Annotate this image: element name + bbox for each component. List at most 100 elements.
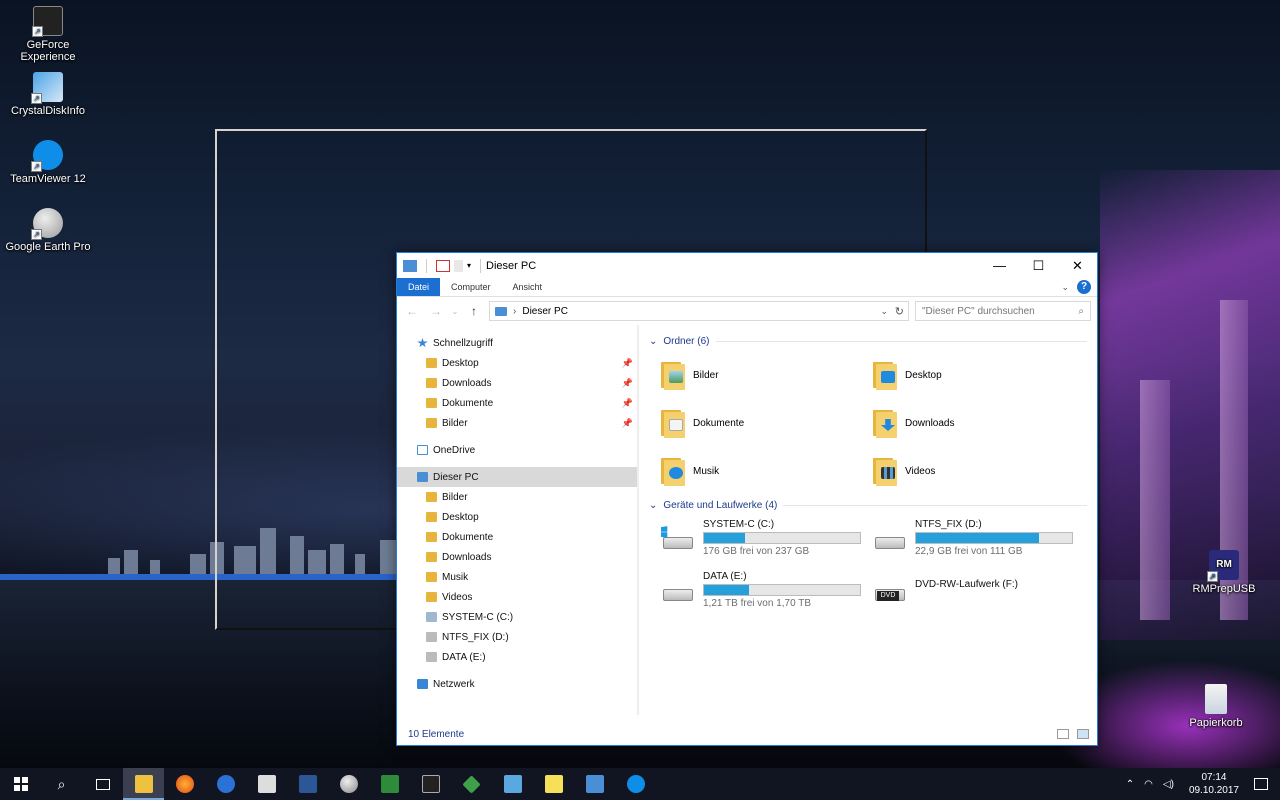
taskbar-firefox[interactable] <box>164 768 205 800</box>
properties-icon[interactable] <box>436 259 450 272</box>
pictures-folder-icon <box>426 492 437 502</box>
nav-item-quick-access[interactable]: Schnellzugriff <box>397 333 637 353</box>
folder-musik[interactable]: Musik <box>661 451 873 491</box>
pin-icon[interactable]: 📌 <box>622 378 633 389</box>
desktop-icon-rmprepusb[interactable]: RM ↗ RMPrepUSB <box>1176 550 1272 595</box>
tab-datei[interactable]: Datei <box>397 278 441 296</box>
nav-item-downloads[interactable]: Downloads 📌 <box>397 373 637 393</box>
search-input[interactable]: "Dieser PC" durchsuchen ⌕ <box>915 301 1091 321</box>
breadcrumb-chevron-icon[interactable]: › <box>513 306 516 317</box>
close-button[interactable]: ✕ <box>1058 253 1097 278</box>
taskbar-word[interactable] <box>287 768 328 800</box>
minimize-button[interactable]: — <box>980 253 1019 278</box>
details-view-icon[interactable] <box>1057 729 1069 739</box>
nav-item-drive-e[interactable]: DATA (E:) <box>397 647 637 667</box>
content-pane: ⌄ Ordner (6) Bilder Desktop Dokumente Dow… <box>639 325 1097 715</box>
address-field[interactable]: › Dieser PC ⌄ ↻ <box>489 301 909 321</box>
back-arrow-icon[interactable]: ← <box>403 304 421 318</box>
taskbar-calculator[interactable] <box>246 768 287 800</box>
taskbar-cmd[interactable] <box>410 768 451 800</box>
new-folder-icon[interactable] <box>454 259 463 272</box>
nav-item-this-pc[interactable]: Dieser PC <box>397 467 637 487</box>
help-icon[interactable]: ? <box>1077 280 1091 294</box>
breadcrumb[interactable]: Dieser PC <box>522 306 568 317</box>
desktop-icon-google-earth[interactable]: ↗ Google Earth Pro <box>0 208 96 253</box>
wifi-icon[interactable]: ◠ <box>1144 779 1153 790</box>
start-button[interactable] <box>0 768 41 800</box>
folder-dokumente[interactable]: Dokumente <box>661 403 873 443</box>
nav-item-network[interactable]: Netzwerk <box>397 674 637 694</box>
volume-icon[interactable]: ◁) <box>1163 779 1174 790</box>
forward-arrow-icon[interactable]: → <box>427 304 445 318</box>
nav-item-dokumente[interactable]: Dokumente 📌 <box>397 393 637 413</box>
search-placeholder: "Dieser PC" durchsuchen <box>922 305 1035 317</box>
nav-label: Dokumente <box>442 531 494 543</box>
taskbar-teamviewer[interactable] <box>615 768 656 800</box>
refresh-icon[interactable]: ↻ <box>895 305 904 318</box>
recent-locations-icon[interactable]: ⌄ <box>451 307 459 316</box>
status-bar: 10 Elemente <box>397 723 1097 745</box>
music-folder-icon <box>661 456 685 486</box>
desktop-folder-icon <box>873 360 897 390</box>
large-icons-view-icon[interactable] <box>1077 729 1089 739</box>
nav-label: SYSTEM-C (C:) <box>442 611 514 623</box>
pin-icon[interactable]: 📌 <box>622 398 633 409</box>
folder-desktop[interactable]: Desktop <box>873 355 1085 395</box>
group-header-folders[interactable]: ⌄ Ordner (6) <box>649 333 1087 349</box>
drive-name: DVD-RW-Laufwerk (F:) <box>915 579 1018 590</box>
drive-f[interactable]: DVD DVD-RW-Laufwerk (F:) <box>873 571 1085 617</box>
calculator-icon <box>257 775 276 793</box>
title-bar[interactable]: ▾ Dieser PC — ☐ ✕ <box>397 253 1097 278</box>
drive-name: DATA (E:) <box>703 571 747 582</box>
nav-item-pc-musik[interactable]: Musik <box>397 567 637 587</box>
up-arrow-icon[interactable]: ↑ <box>465 304 483 318</box>
folder-downloads[interactable]: Downloads <box>873 403 1085 443</box>
group-header-drives[interactable]: ⌄ Geräte und Laufwerke (4) <box>649 497 1087 513</box>
network-monitor-icon <box>585 775 604 793</box>
expand-ribbon-icon[interactable]: ⌄ <box>1061 282 1069 293</box>
task-view-button[interactable] <box>82 768 123 800</box>
search-button[interactable]: ⌕ <box>41 768 82 800</box>
tab-ansicht[interactable]: Ansicht <box>502 278 554 296</box>
drive-e[interactable]: DATA (E:) 1,21 TB frei von 1,70 TB <box>661 571 873 617</box>
folder-label: Desktop <box>905 369 942 381</box>
vim-icon <box>380 775 399 793</box>
nav-item-pc-dokumente[interactable]: Dokumente <box>397 527 637 547</box>
clock[interactable]: 07:14 09.10.2017 <box>1189 771 1239 797</box>
nav-item-drive-c[interactable]: SYSTEM-C (C:) <box>397 607 637 627</box>
desktop-icon-geforce[interactable]: ↗ GeForce Experience <box>0 6 96 63</box>
desktop-icon-crystaldiskinfo[interactable]: ↗ CrystalDiskInfo <box>0 72 96 117</box>
customize-quick-access-icon[interactable]: ▾ <box>467 261 471 270</box>
taskbar-explorer[interactable] <box>123 768 164 800</box>
address-dropdown-icon[interactable]: ⌄ <box>880 306 888 317</box>
chevron-up-icon[interactable]: ⌃ <box>1126 779 1134 790</box>
nav-item-pc-videos[interactable]: Videos <box>397 587 637 607</box>
action-center-icon[interactable] <box>1254 778 1268 790</box>
taskbar-rdp[interactable] <box>492 768 533 800</box>
pin-icon[interactable]: 📌 <box>622 358 633 369</box>
pin-icon[interactable]: 📌 <box>622 418 633 429</box>
desktop-icon-label: CrystalDiskInfo <box>11 105 85 117</box>
nav-item-bilder[interactable]: Bilder 📌 <box>397 413 637 433</box>
desktop-icon-teamviewer[interactable]: ↗ TeamViewer 12 <box>0 140 96 185</box>
folder-videos[interactable]: Videos <box>873 451 1085 491</box>
taskbar-app-globe[interactable] <box>205 768 246 800</box>
taskbar-vim[interactable] <box>369 768 410 800</box>
maximize-button[interactable]: ☐ <box>1019 253 1058 278</box>
taskbar-google-earth[interactable] <box>328 768 369 800</box>
group-title: Ordner (6) <box>663 335 710 347</box>
nav-item-desktop[interactable]: Desktop 📌 <box>397 353 637 373</box>
folder-bilder[interactable]: Bilder <box>661 355 873 395</box>
drive-d[interactable]: NTFS_FIX (D:) 22,9 GB frei von 111 GB <box>873 519 1085 565</box>
nav-item-pc-desktop[interactable]: Desktop <box>397 507 637 527</box>
taskbar-git[interactable] <box>451 768 492 800</box>
nav-item-pc-bilder[interactable]: Bilder <box>397 487 637 507</box>
desktop-icon-recycle-bin[interactable]: Papierkorb <box>1168 684 1264 729</box>
tab-computer[interactable]: Computer <box>440 278 502 296</box>
taskbar-sticky-notes[interactable] <box>533 768 574 800</box>
nav-item-onedrive[interactable]: OneDrive <box>397 440 637 460</box>
nav-item-pc-downloads[interactable]: Downloads <box>397 547 637 567</box>
drive-c[interactable]: SYSTEM-C (C:) 176 GB frei von 237 GB <box>661 519 873 565</box>
nav-item-drive-d[interactable]: NTFS_FIX (D:) <box>397 627 637 647</box>
taskbar-network-app[interactable] <box>574 768 615 800</box>
